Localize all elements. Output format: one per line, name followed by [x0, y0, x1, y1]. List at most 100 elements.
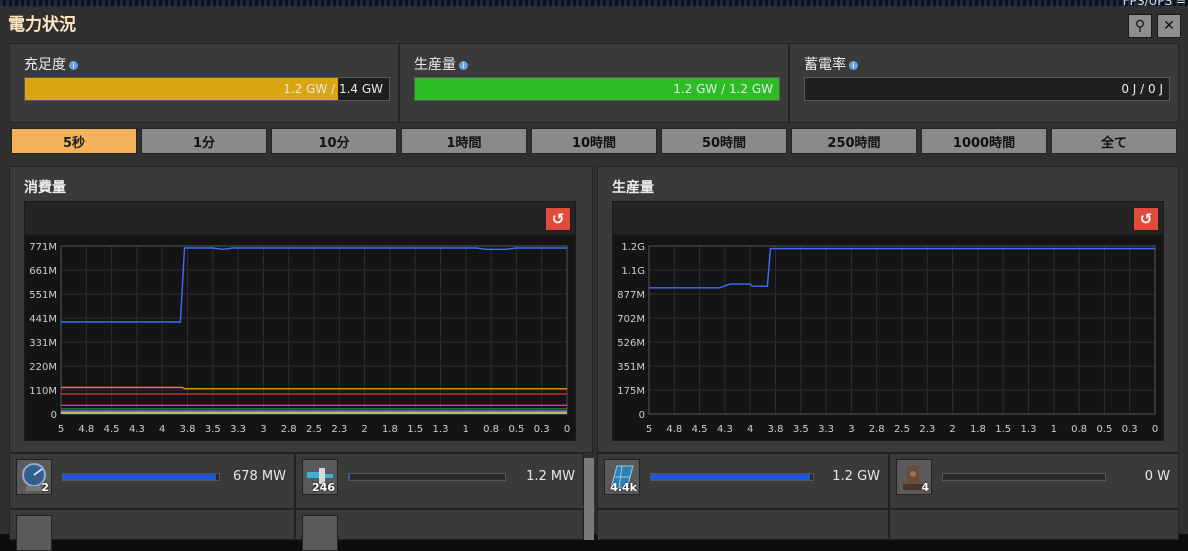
- x-tick-label: 4.8: [666, 424, 682, 435]
- electric-network-window: 電力状況 ⚲ ✕ 充足度i 1.2 GW / 1.4 GW 生産量i 1.2 G…: [0, 6, 1188, 534]
- y-tick-label: 220M: [29, 362, 57, 373]
- tab-time-range[interactable]: 10時間: [531, 128, 657, 154]
- tab-time-range[interactable]: 1分: [141, 128, 267, 154]
- x-tick-label: 0.3: [534, 424, 550, 435]
- consumer-count: 246: [312, 481, 335, 494]
- x-tick-label: 4: [747, 424, 753, 435]
- tab-time-range[interactable]: 全て: [1051, 128, 1177, 154]
- producer-value: 1.2 GW: [832, 469, 880, 484]
- x-tick-label: 4.3: [129, 424, 145, 435]
- x-tick-label: 1.3: [433, 424, 449, 435]
- y-tick-label: 702M: [617, 314, 645, 325]
- x-tick-label: 3.8: [768, 424, 784, 435]
- reset-icon: ↺: [1140, 210, 1153, 228]
- producer-entity-button[interactable]: 4: [896, 459, 932, 495]
- consumer-row[interactable]: 246 1.2 MW: [295, 453, 584, 509]
- producer-bar-fill: [651, 474, 810, 480]
- info-icon[interactable]: i: [69, 61, 78, 70]
- satisfaction-value: 1.2 GW / 1.4 GW: [283, 82, 383, 96]
- consumption-chart-toolbar: ↺: [24, 201, 576, 235]
- consumer-value: 678 MW: [233, 469, 286, 484]
- info-icon[interactable]: i: [459, 61, 468, 70]
- y-tick-label: 551M: [29, 290, 57, 301]
- x-tick-label: 1.8: [382, 424, 398, 435]
- producer-row[interactable]: [597, 509, 889, 540]
- x-tick-label: 0.8: [483, 424, 499, 435]
- producer-bar: [942, 473, 1106, 481]
- x-tick-label: 2.8: [869, 424, 885, 435]
- x-tick-label: 2: [949, 424, 955, 435]
- satisfaction-label: 充足度: [24, 57, 66, 73]
- reset-button[interactable]: ↺: [545, 207, 571, 231]
- x-tick-label: 1.8: [970, 424, 986, 435]
- satisfaction-bar: 1.2 GW / 1.4 GW: [24, 77, 390, 101]
- reset-button[interactable]: ↺: [1133, 207, 1159, 231]
- consumer-row[interactable]: [295, 509, 584, 540]
- consumer-entity-button[interactable]: [302, 515, 338, 551]
- producer-bar: [650, 473, 814, 481]
- x-tick-label: 0.3: [1122, 424, 1138, 435]
- x-tick-label: 0.5: [1096, 424, 1112, 435]
- production-chart-toolbar: ↺: [612, 201, 1164, 235]
- consumer-entity-button[interactable]: 246: [302, 459, 338, 495]
- x-tick-label: 5: [58, 424, 64, 435]
- x-tick-label: 4: [159, 424, 165, 435]
- accumulator-value: 0 J / 0 J: [1121, 82, 1163, 96]
- y-tick-label: 331M: [29, 338, 57, 349]
- y-tick-label: 0: [639, 410, 645, 421]
- tab-time-range[interactable]: 1000時間: [921, 128, 1047, 154]
- x-tick-label: 1: [463, 424, 469, 435]
- consumer-entity-button[interactable]: 2: [16, 459, 52, 495]
- consumption-chart: 54.84.54.343.83.53.332.82.52.321.81.51.3…: [25, 236, 575, 440]
- production-chart: 54.84.54.343.83.53.332.82.52.321.81.51.3…: [613, 236, 1163, 440]
- consumer-scrollbar[interactable]: [584, 458, 594, 540]
- consumption-chart-title: 消費量: [24, 177, 66, 197]
- y-tick-label: 441M: [29, 314, 57, 325]
- x-tick-label: 3.5: [793, 424, 809, 435]
- y-tick-label: 1.1G: [621, 266, 645, 277]
- x-tick-label: 3.8: [180, 424, 196, 435]
- x-tick-label: 4.5: [104, 424, 120, 435]
- x-tick-label: 2.3: [331, 424, 347, 435]
- accumulator-bar: 0 J / 0 J: [804, 77, 1170, 101]
- x-tick-label: 1.5: [995, 424, 1011, 435]
- producer-row[interactable]: 4 0 W: [889, 453, 1179, 509]
- x-tick-label: 0: [564, 424, 570, 435]
- info-icon[interactable]: i: [849, 61, 858, 70]
- producer-row[interactable]: 4.4k 1.2 GW: [597, 453, 889, 509]
- consumer-bar: [62, 473, 220, 481]
- production-chart-title: 生産量: [612, 177, 654, 197]
- y-tick-label: 1.2G: [621, 242, 645, 253]
- production-value: 1.2 GW / 1.2 GW: [673, 82, 773, 96]
- tab-time-range[interactable]: 250時間: [791, 128, 917, 154]
- consumer-entity-button[interactable]: [16, 515, 52, 551]
- y-tick-label: 175M: [617, 386, 645, 397]
- producer-entity-button[interactable]: 4.4k: [604, 459, 640, 495]
- consumer-value: 1.2 MW: [526, 469, 575, 484]
- y-tick-label: 0: [51, 410, 57, 421]
- producer-count: 4: [921, 481, 929, 494]
- tab-time-range[interactable]: 5秒: [11, 128, 137, 154]
- x-tick-label: 1.3: [1021, 424, 1037, 435]
- producer-count: 4.4k: [610, 481, 637, 494]
- search-button[interactable]: ⚲: [1128, 14, 1152, 38]
- consumer-row[interactable]: 2 678 MW: [9, 453, 295, 509]
- x-tick-label: 2.8: [281, 424, 297, 435]
- tab-time-range[interactable]: 10分: [271, 128, 397, 154]
- x-tick-label: 3.3: [230, 424, 246, 435]
- x-tick-label: 2.3: [919, 424, 935, 435]
- tab-time-range[interactable]: 1時間: [401, 128, 527, 154]
- consumer-row[interactable]: [9, 509, 295, 540]
- x-tick-label: 4.3: [717, 424, 733, 435]
- consumer-count: 2: [41, 481, 49, 494]
- consumption-chart-panel: 消費量 ↺ 54.84.54.343.83.53.332.82.52.321.8…: [9, 166, 593, 453]
- consumption-plot: 54.84.54.343.83.53.332.82.52.321.81.51.3…: [24, 235, 576, 441]
- close-button[interactable]: ✕: [1157, 14, 1181, 38]
- accumulator-label: 蓄電率: [804, 57, 846, 73]
- window-title: 電力状況: [8, 10, 76, 35]
- tab-time-range[interactable]: 50時間: [661, 128, 787, 154]
- producer-row[interactable]: [889, 509, 1179, 540]
- reset-icon: ↺: [552, 210, 565, 228]
- x-tick-label: 1: [1051, 424, 1057, 435]
- x-tick-label: 5: [646, 424, 652, 435]
